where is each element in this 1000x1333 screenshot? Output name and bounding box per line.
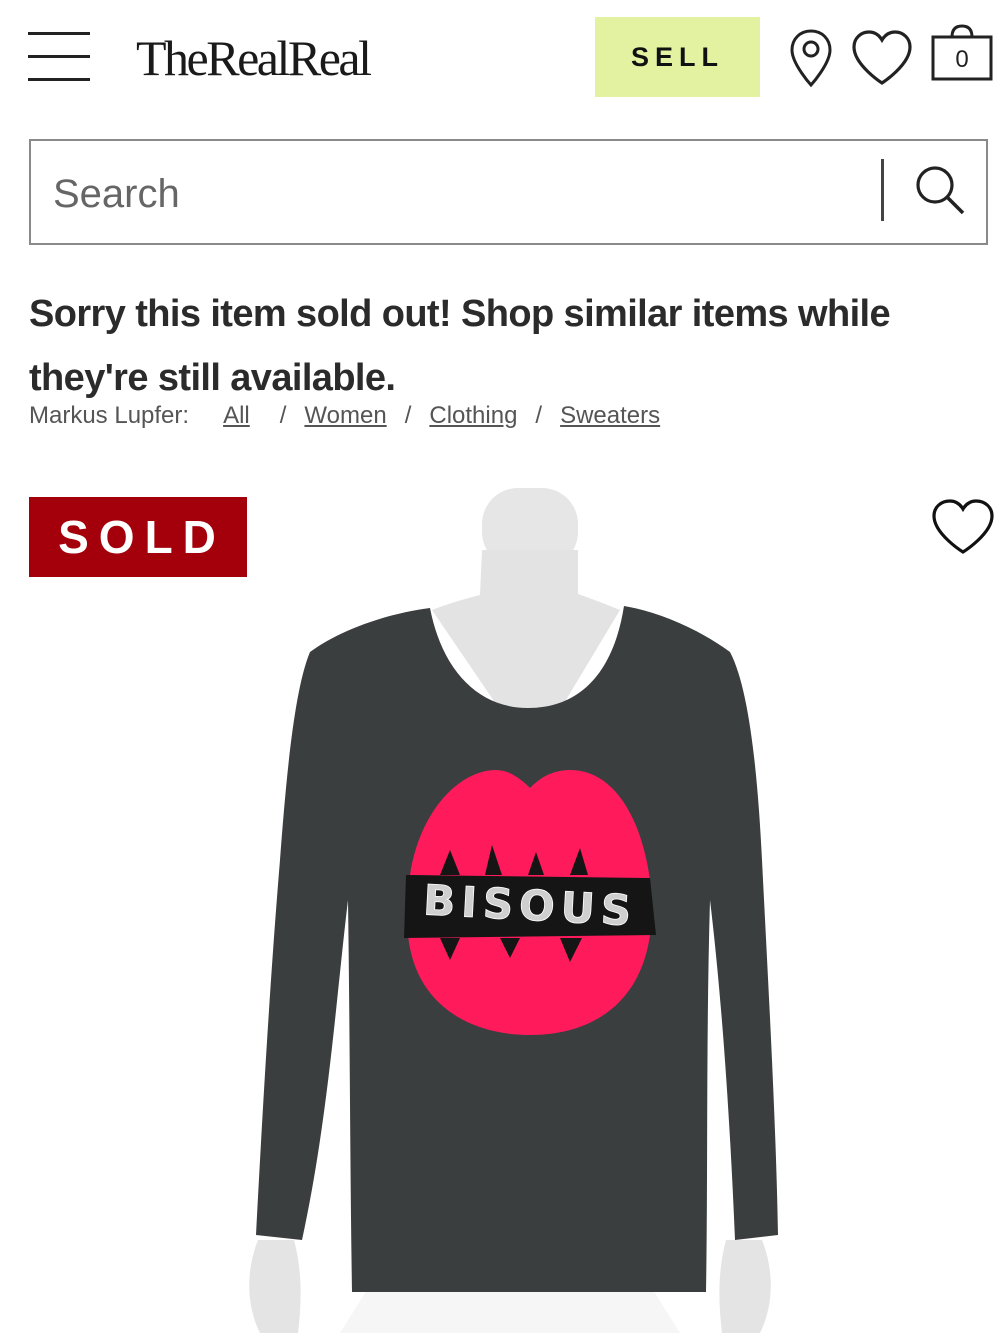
shopping-bag-button[interactable]: 0 <box>930 22 994 84</box>
product-image[interactable]: BISOUS <box>210 480 810 1333</box>
breadcrumb-all[interactable]: All <box>223 402 250 429</box>
mannequin-right-hand <box>719 1240 771 1333</box>
breadcrumb-separator: / <box>279 402 287 429</box>
search-divider <box>881 159 884 221</box>
search-bar <box>29 139 988 245</box>
menu-icon[interactable] <box>28 32 90 82</box>
breadcrumb-clothing[interactable]: Clothing <box>429 402 517 429</box>
site-logo[interactable]: TheRealReal <box>136 28 372 88</box>
sell-button[interactable]: SELL <box>595 17 760 97</box>
breadcrumb: Markus Lupfer: All / Women / Clothing / Sweater… <box>29 402 660 430</box>
heart-icon[interactable] <box>850 29 914 87</box>
bag-count: 0 <box>955 46 969 73</box>
favorite-heart-icon[interactable] <box>930 497 996 557</box>
breadcrumb-women[interactable]: Women <box>304 402 386 429</box>
breadcrumb-brand: Markus Lupfer: <box>29 402 190 429</box>
location-pin-icon[interactable] <box>788 27 834 91</box>
site-header: TheRealReal SELL 0 <box>0 0 1000 115</box>
breadcrumb-separator: / <box>404 402 412 429</box>
sold-out-message: Sorry this item sold out! Shop similar i… <box>29 293 891 399</box>
mannequin-left-hand <box>249 1240 301 1333</box>
search-icon[interactable] <box>911 161 971 221</box>
breadcrumb-sweaters[interactable]: Sweaters <box>560 402 660 429</box>
mannequin-skirt <box>340 1285 680 1333</box>
breadcrumb-separator: / <box>535 402 543 429</box>
search-input[interactable] <box>51 165 875 223</box>
